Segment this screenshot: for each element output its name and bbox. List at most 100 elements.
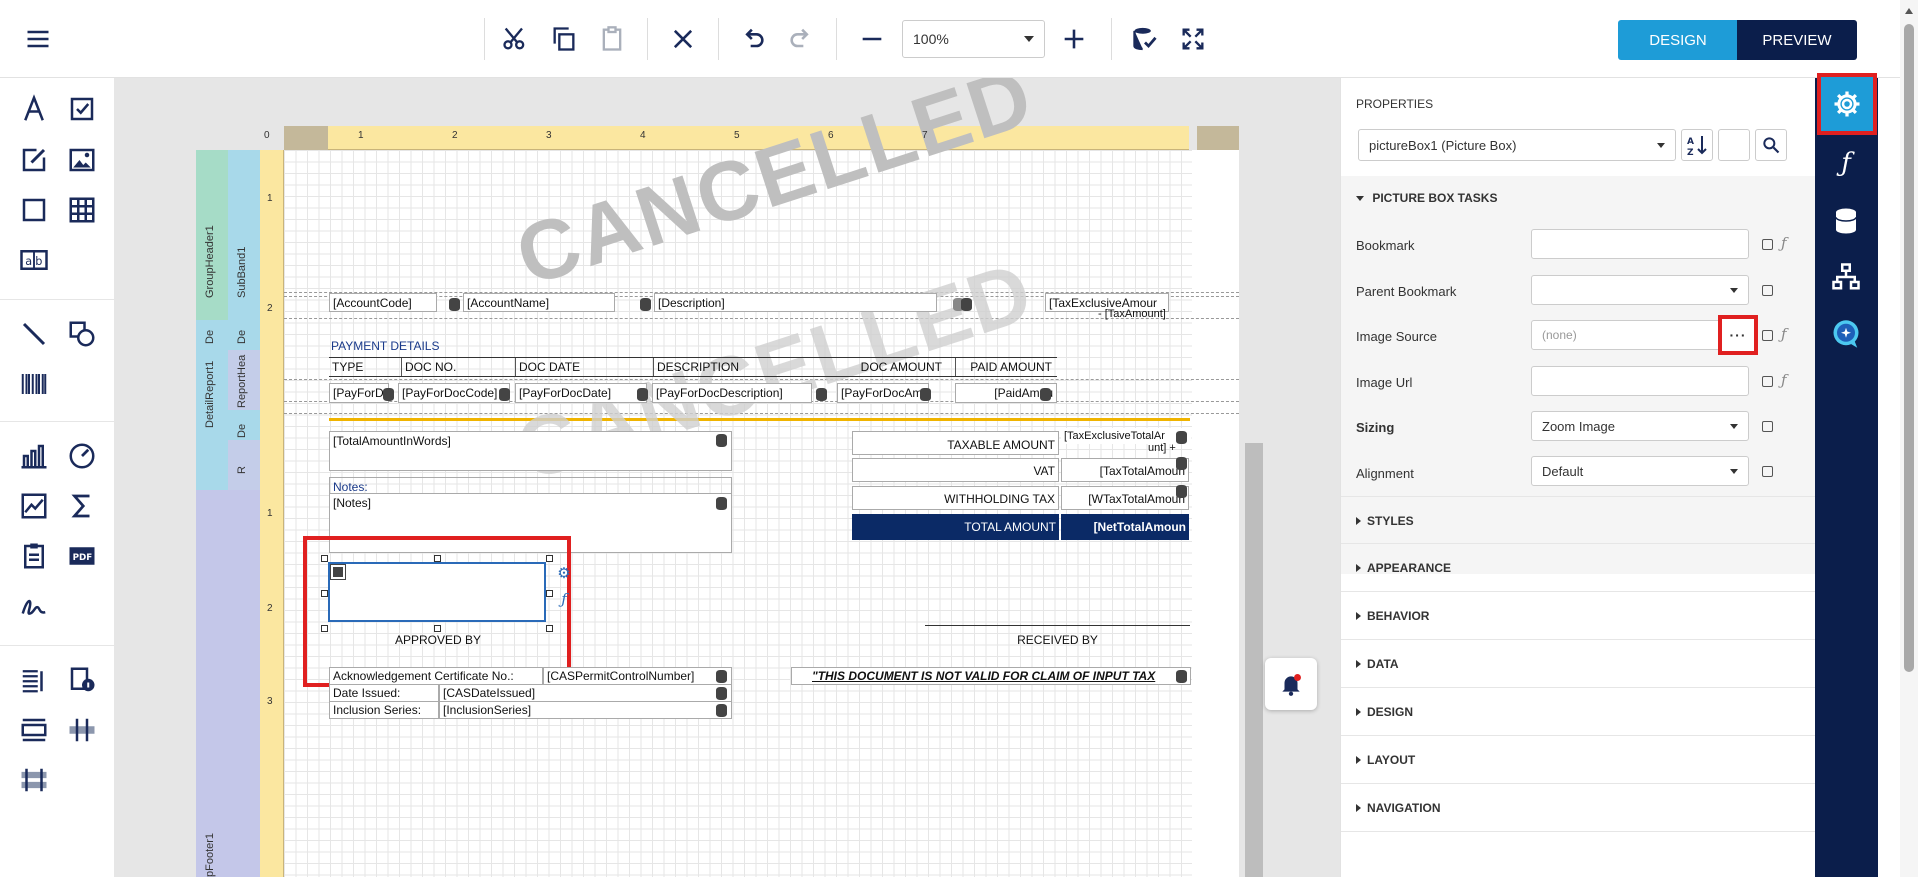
parent-bookmark-select[interactable] (1531, 275, 1749, 305)
resize-handle[interactable] (546, 590, 553, 597)
checkbox-icon[interactable] (65, 92, 99, 126)
summary-icon[interactable] (65, 489, 99, 523)
disclaimer-text[interactable]: "THIS DOCUMENT IS NOT VALID FOR CLAIM OF… (791, 667, 1191, 685)
design-mode-button[interactable]: DESIGN (1618, 20, 1738, 60)
total-in-words-field[interactable]: [TotalAmountInWords] (329, 431, 732, 471)
scroll-thumb[interactable] (1904, 24, 1914, 672)
textbox-icon[interactable]: ab (17, 243, 51, 277)
resize-handle[interactable] (546, 625, 553, 632)
resize-handle[interactable] (321, 590, 328, 597)
column-icon[interactable] (65, 713, 99, 747)
delete-icon[interactable] (664, 20, 702, 58)
layout-section[interactable]: LAYOUT (1341, 736, 1816, 784)
shapes-icon[interactable] (65, 317, 99, 351)
info-icon[interactable] (65, 663, 99, 697)
navigation-section[interactable]: NAVIGATION (1341, 784, 1816, 832)
resize-handle[interactable] (321, 555, 328, 562)
subreport-icon[interactable] (17, 539, 51, 573)
data-section[interactable]: DATA (1341, 640, 1816, 688)
band-icon[interactable] (17, 713, 51, 747)
payment-row-cell[interactable]: [PayForDocCode] (398, 383, 510, 403)
design-section[interactable]: DESIGN (1341, 688, 1816, 736)
behavior-section[interactable]: BEHAVIOR (1341, 592, 1816, 640)
picture-box[interactable] (328, 562, 546, 622)
image-icon[interactable] (65, 143, 99, 177)
redo-icon[interactable] (782, 20, 820, 58)
table-icon[interactable] (65, 193, 99, 227)
cut-icon[interactable] (496, 20, 534, 58)
data-validate-icon[interactable] (1126, 20, 1164, 58)
element-settings-icon[interactable]: ⚙ (555, 565, 573, 583)
properties-gear-icon[interactable] (1817, 73, 1877, 135)
element-expression-icon[interactable]: ƒ (555, 590, 573, 608)
rich-text-icon[interactable] (17, 143, 51, 177)
vat-value[interactable]: [TaxTotalAmoun (1061, 458, 1189, 482)
component-select[interactable]: pictureBox1 (Picture Box) (1358, 129, 1676, 161)
alignment-binding-icon[interactable] (1762, 466, 1773, 477)
sparkline-icon[interactable] (17, 489, 51, 523)
pdf-icon[interactable]: PDF (65, 539, 99, 573)
styles-section[interactable]: STYLES (1341, 496, 1816, 544)
description-field[interactable]: [Description] (654, 293, 937, 312)
property-filter-box[interactable] (1718, 129, 1750, 161)
inclusion-series-value[interactable]: [InclusionSeries] (439, 701, 732, 719)
text-icon[interactable] (17, 92, 51, 126)
resize-handle[interactable] (434, 555, 441, 562)
image-source-input[interactable]: (none) (1531, 320, 1749, 350)
image-source-browse-button[interactable]: ··· (1718, 315, 1758, 355)
total-amount-value[interactable]: [NetTotalAmoun (1061, 514, 1189, 540)
page-scrollbar[interactable] (1900, 0, 1918, 877)
paste-icon[interactable] (593, 20, 631, 58)
fullscreen-icon[interactable] (1174, 20, 1212, 58)
zoom-out-icon[interactable] (853, 20, 891, 58)
bookmark-binding-icon[interactable] (1762, 239, 1773, 250)
list-icon[interactable] (17, 663, 51, 697)
scroll-up-arrow[interactable] (1905, 8, 1913, 14)
canvas-scrollbar[interactable] (1245, 443, 1263, 877)
sizing-binding-icon[interactable] (1762, 421, 1773, 432)
account-code-field[interactable]: [AccountCode] (329, 293, 437, 312)
bookmark-input[interactable] (1531, 229, 1749, 259)
hamburger-menu-icon[interactable] (19, 20, 57, 58)
search-icon[interactable] (1755, 129, 1787, 161)
ack-cert-value[interactable]: [CASPermitControlNumber] (543, 667, 732, 685)
gauge-icon[interactable] (65, 439, 99, 473)
image-source-binding-icon[interactable] (1762, 330, 1773, 341)
copy-icon[interactable] (545, 20, 583, 58)
date-issued-value[interactable]: [CASDateIssued] (439, 684, 732, 702)
tax-amount-field[interactable]: - [TaxAmount] (1098, 308, 1166, 320)
rectangle-icon[interactable] (17, 193, 51, 227)
resize-handle[interactable] (434, 625, 441, 632)
image-source-expression-icon[interactable]: ƒ (1781, 325, 1787, 343)
withholding-tax-value[interactable]: [WTaxTotalAmoun (1061, 486, 1189, 510)
bookmark-expression-icon[interactable]: ƒ (1781, 234, 1787, 252)
undo-icon[interactable] (734, 20, 772, 58)
payment-row-cell[interactable]: [PayForDocDate] (515, 383, 647, 403)
resize-handle[interactable] (321, 625, 328, 632)
resize-handle[interactable] (546, 555, 553, 562)
signature-icon[interactable] (17, 589, 51, 623)
zoom-in-icon[interactable] (1055, 20, 1093, 58)
preview-mode-button[interactable]: PREVIEW (1737, 20, 1857, 60)
parent-bookmark-binding-icon[interactable] (1762, 285, 1773, 296)
zoom-select[interactable]: 100% (902, 20, 1045, 58)
alignment-select[interactable]: Default (1531, 456, 1749, 486)
ai-assistant-icon[interactable] (1820, 308, 1872, 360)
appearance-section[interactable]: APPEARANCE (1341, 544, 1816, 592)
barcode-icon[interactable] (17, 367, 51, 401)
expressions-icon[interactable]: ƒ (1823, 140, 1869, 186)
sizing-select[interactable]: Zoom Image (1531, 411, 1749, 441)
data-sources-icon[interactable] (1823, 198, 1869, 244)
account-name-field[interactable]: [AccountName] (463, 293, 615, 312)
image-url-input[interactable] (1531, 366, 1749, 396)
payment-row-cell[interactable]: [PayForDocDescription] (652, 383, 812, 403)
sort-az-icon[interactable]: AZ (1681, 129, 1713, 161)
notification-bell-icon[interactable] (1265, 658, 1317, 710)
image-url-binding-icon[interactable] (1762, 376, 1773, 387)
design-canvas[interactable]: GroupHeader1 SubBand1 De De DetailReport… (115, 78, 1340, 877)
line-icon[interactable] (17, 317, 51, 351)
payment-row-cell[interactable]: [PayForDocAmou (837, 383, 929, 403)
report-outline-icon[interactable] (1823, 254, 1869, 300)
payment-row-cell[interactable]: [PayForDo (329, 383, 389, 403)
image-url-expression-icon[interactable]: ƒ (1781, 371, 1787, 389)
